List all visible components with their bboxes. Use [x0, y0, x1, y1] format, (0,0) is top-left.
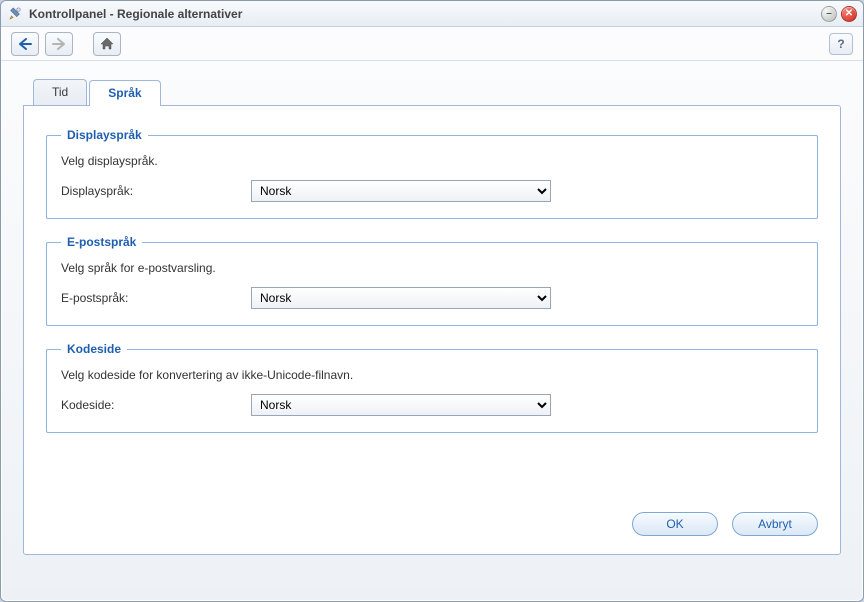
group-email-language: E-postspråk Velg språk for e-postvarslin… — [46, 235, 818, 326]
group-legend: Kodeside — [61, 342, 127, 356]
help-icon: ? — [837, 37, 844, 51]
email-language-select[interactable]: Norsk — [251, 287, 551, 309]
group-description: Velg språk for e-postvarsling. — [61, 261, 803, 275]
codepage-label: Kodeside: — [61, 398, 251, 412]
select-wrap: Norsk — [251, 180, 551, 202]
group-codepage: Kodeside Velg kodeside for konvertering … — [46, 342, 818, 433]
help-button[interactable]: ? — [829, 33, 853, 55]
arrow-left-icon — [18, 38, 32, 50]
minimize-icon: – — [826, 9, 832, 19]
home-button[interactable] — [93, 32, 121, 56]
tab-label: Språk — [108, 86, 141, 100]
display-language-select[interactable]: Norsk — [251, 180, 551, 202]
home-icon — [100, 37, 114, 50]
tab-bar: Tid Språk — [33, 79, 841, 105]
field-row: E-postspråk: Norsk — [61, 287, 803, 309]
select-wrap: Norsk — [251, 394, 551, 416]
group-display-language: Displayspråk Velg displayspråk. Displays… — [46, 128, 818, 219]
field-row: Displayspråk: Norsk — [61, 180, 803, 202]
group-description: Velg displayspråk. — [61, 154, 803, 168]
window-title: Kontrollpanel - Regionale alternativer — [29, 7, 242, 21]
close-button[interactable]: ✕ — [841, 6, 857, 22]
ok-button[interactable]: OK — [632, 512, 718, 536]
tab-tid[interactable]: Tid — [33, 79, 87, 105]
content-area: Tid Språk Displayspråk Velg displayspråk… — [1, 61, 863, 601]
titlebar: Kontrollpanel - Regionale alternativer –… — [1, 1, 863, 27]
select-wrap: Norsk — [251, 287, 551, 309]
window-controls: – ✕ — [821, 6, 857, 22]
window-frame: Kontrollpanel - Regionale alternativer –… — [0, 0, 864, 602]
tab-label: Tid — [52, 85, 68, 99]
tab-panel: Displayspråk Velg displayspråk. Displays… — [23, 105, 841, 555]
codepage-select[interactable]: Norsk — [251, 394, 551, 416]
back-button[interactable] — [11, 32, 39, 56]
close-icon: ✕ — [845, 9, 853, 19]
group-legend: E-postspråk — [61, 235, 142, 249]
app-icon — [7, 6, 23, 22]
minimize-button[interactable]: – — [821, 6, 837, 22]
forward-button[interactable] — [45, 32, 73, 56]
cancel-button[interactable]: Avbryt — [732, 512, 818, 536]
display-language-label: Displayspråk: — [61, 184, 251, 198]
tab-sprak[interactable]: Språk — [89, 80, 160, 106]
arrow-right-icon — [52, 38, 66, 50]
field-row: Kodeside: Norsk — [61, 394, 803, 416]
group-description: Velg kodeside for konvertering av ikke-U… — [61, 368, 803, 382]
group-legend: Displayspråk — [61, 128, 148, 142]
toolbar: ? — [1, 27, 863, 61]
footer-buttons: OK Avbryt — [46, 500, 818, 536]
email-language-label: E-postspråk: — [61, 291, 251, 305]
